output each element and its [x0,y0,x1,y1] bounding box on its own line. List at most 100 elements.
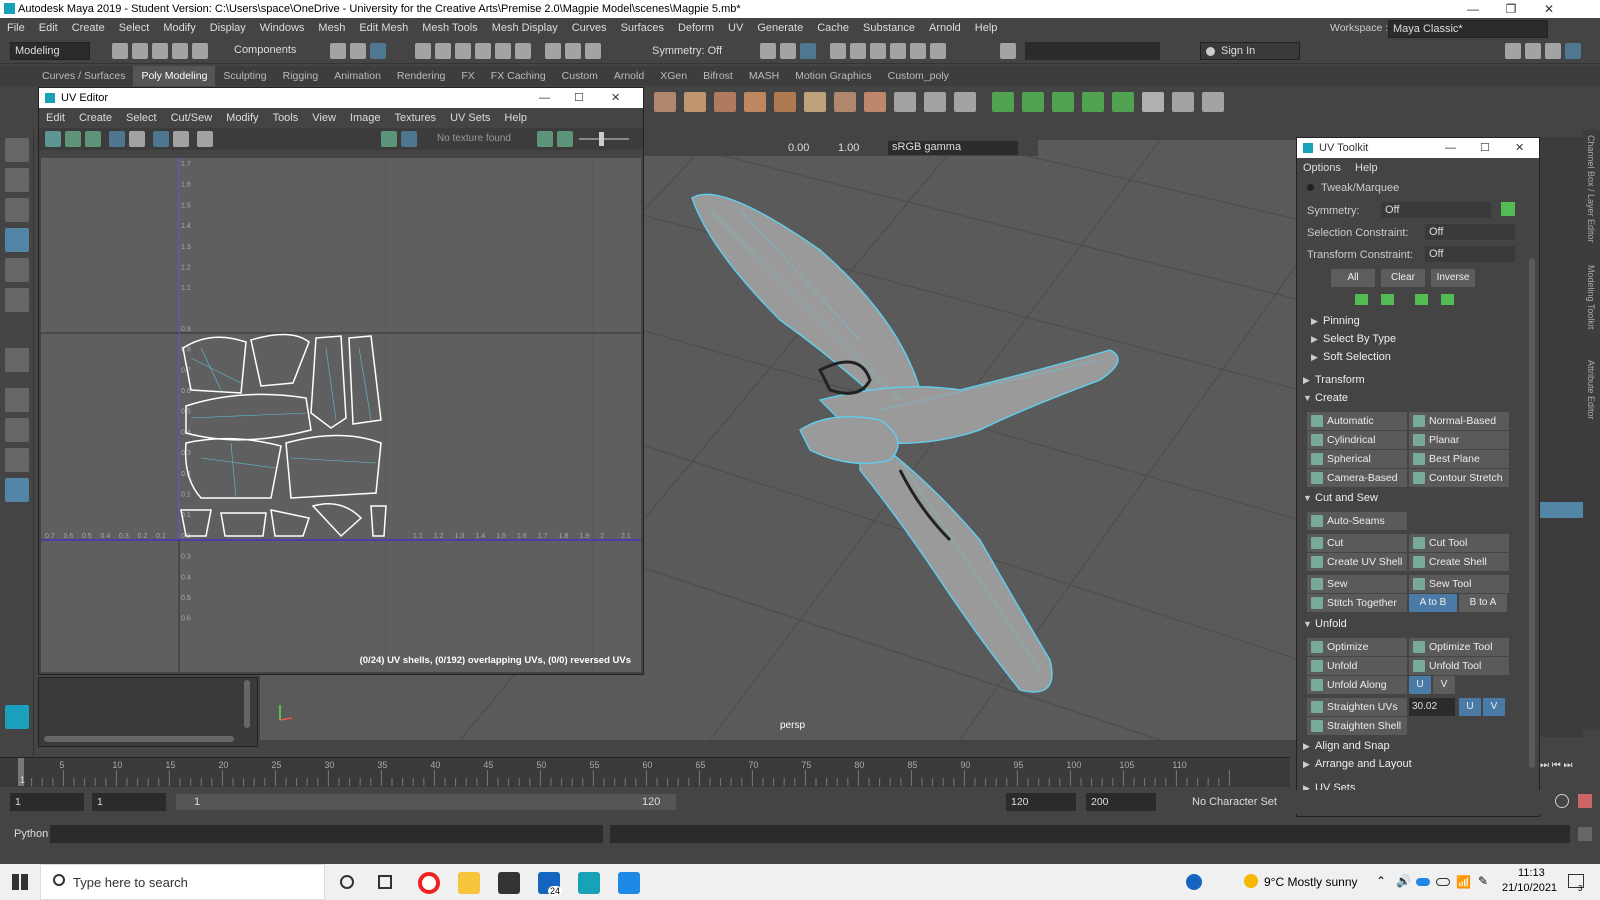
minimize-icon[interactable]: — [1445,138,1456,158]
render-view-icon[interactable] [760,43,776,59]
cut-button[interactable]: Cut [1307,534,1407,552]
menu-help[interactable]: Help [968,22,1005,34]
uv-menu-create[interactable]: Create [72,112,119,124]
layout-icon[interactable] [1505,43,1521,59]
close-icon[interactable]: ✕ [611,88,620,108]
menu-display[interactable]: Display [203,22,253,34]
task-view-icon[interactable] [378,875,392,889]
shelf-tab-rendering[interactable]: Rendering [389,70,453,82]
volume-icon[interactable]: 🔊 [1396,874,1411,888]
unfold-button[interactable]: Unfold [1307,657,1407,675]
attribute-editor-tab[interactable]: Attribute Editor [1586,360,1596,420]
wifi-icon[interactable]: 📶 [1456,875,1471,889]
uv-cylindrical-icon[interactable] [1022,92,1044,112]
shelf-tab-rigging[interactable]: Rigging [275,70,327,82]
end-frame-field[interactable]: 120 [1006,793,1076,811]
best-plane-button[interactable]: Best Plane [1409,450,1509,468]
rotate-tool-icon[interactable] [5,258,29,282]
file-explorer-icon[interactable] [458,872,480,894]
snap-view-icon[interactable] [475,43,491,59]
clock-time[interactable]: 11:13 [1518,867,1545,879]
uv-menu-view[interactable]: View [305,112,343,124]
uv-layout-icon[interactable] [1142,92,1164,112]
uv-unfold-icon[interactable] [1172,92,1194,112]
shell-select-icon[interactable] [1355,294,1368,305]
pen-icon[interactable]: ✎ [1478,874,1488,888]
stop-icon[interactable] [910,43,926,59]
menu-deform[interactable]: Deform [671,22,721,34]
ipr-render-icon[interactable] [800,43,816,59]
menu-arnold[interactable]: Arnold [922,22,968,34]
uv-automatic-icon[interactable] [1082,92,1104,112]
paint-select-icon[interactable] [5,198,29,222]
sew-tool-button[interactable]: Sew Tool [1409,575,1509,593]
toolkit-scrollbar[interactable] [1529,258,1535,768]
modeling-toolkit-tab[interactable]: Modeling Toolkit [1586,265,1596,329]
maya-taskbar-icon[interactable] [578,872,600,894]
uv-snapshot-icon[interactable] [197,131,213,147]
last-tool-icon[interactable] [5,348,29,372]
tray-chevron-icon[interactable]: ⌃ [1376,874,1386,888]
symmetry-pick-icon[interactable] [1501,202,1515,216]
photos-icon[interactable] [618,872,640,894]
poly-cylinder-icon[interactable] [714,92,736,112]
uv-toolkit-window[interactable]: UV Toolkit — ☐ ✕ Options Help Tweak/Marq… [1296,137,1540,817]
select-tool-icon[interactable] [5,138,29,162]
panel-toggle-icon[interactable] [1565,43,1581,59]
toolkit-options-menu[interactable]: Options [1303,162,1341,174]
unfold-section[interactable]: ▼ Unfold [1303,618,1347,630]
refresh-texture-icon[interactable] [537,131,553,147]
uv-checker-icon[interactable] [153,131,169,147]
a-to-b-button[interactable]: A to B [1409,594,1457,612]
planar-button[interactable]: Planar [1409,431,1509,449]
close-icon[interactable]: ✕ [1515,138,1524,158]
sew-button[interactable]: Sew [1307,575,1407,593]
uv-menu-uv-sets[interactable]: UV Sets [443,112,497,124]
range-bar[interactable] [176,794,676,810]
uv-grid-icon[interactable] [109,131,125,147]
unfold-along-button[interactable]: Unfold Along [1307,676,1407,694]
render-settings-icon[interactable] [830,43,846,59]
unfold-tool-button[interactable]: Unfold Tool [1409,657,1509,675]
snap-point-icon[interactable] [455,43,471,59]
select-by-type-section[interactable]: ▶ Select By Type [1311,333,1396,345]
menu-mesh-display[interactable]: Mesh Display [485,22,565,34]
maximize-icon[interactable]: ❐ [1494,0,1528,18]
menu-generate[interactable]: Generate [750,22,810,34]
scale-tool-icon[interactable] [5,288,29,312]
select-all-button[interactable]: All [1331,269,1375,287]
magnet-icon[interactable] [585,43,601,59]
straighten-u-button[interactable]: U [1459,698,1481,716]
playblast-icon[interactable] [890,43,906,59]
automatic-button[interactable]: Automatic [1307,412,1407,430]
cylindrical-button[interactable]: Cylindrical [1307,431,1407,449]
uv-vertex-select-icon[interactable] [65,131,81,147]
uv-editor-window[interactable]: UV Editor — ☐ ✕ Edit Create Select Cut/Sew M… [38,87,644,675]
menu-file[interactable]: File [0,22,32,34]
align-snap-section[interactable]: ▶ Align and Snap [1303,740,1390,752]
soft-selection-section[interactable]: ▶ Soft Selection [1311,351,1391,363]
spherical-button[interactable]: Spherical [1307,450,1407,468]
close-icon[interactable]: ✕ [1532,0,1566,18]
poly-combine-icon[interactable] [774,92,796,112]
weather-text[interactable]: 9°C Mostly sunny [1264,875,1358,889]
snap-surface-icon[interactable] [495,43,511,59]
shelf-tab-bifrost[interactable]: Bifrost [695,70,741,82]
menu-edit[interactable]: Edit [32,22,65,34]
windows-start-icon[interactable] [12,874,28,890]
transform-section[interactable]: ▶ Transform [1303,374,1365,386]
onedrive-icon[interactable] [1416,878,1430,886]
render-frame-icon[interactable] [780,43,796,59]
four-pane-icon[interactable] [5,418,29,442]
menu-windows[interactable]: Windows [253,22,312,34]
menu-mesh-tools[interactable]: Mesh Tools [415,22,484,34]
command-language-label[interactable]: Python [14,828,48,840]
arrange-layout-section[interactable]: ▶ Arrange and Layout [1303,758,1412,770]
normal-based-button[interactable]: Normal-Based [1409,412,1509,430]
toolkit-help-menu[interactable]: Help [1355,162,1378,174]
poly-sphere-icon[interactable] [744,92,766,112]
menu-surfaces[interactable]: Surfaces [614,22,671,34]
store-icon[interactable] [498,872,520,894]
multicut-icon[interactable] [894,92,916,112]
select-object-icon[interactable] [350,43,366,59]
